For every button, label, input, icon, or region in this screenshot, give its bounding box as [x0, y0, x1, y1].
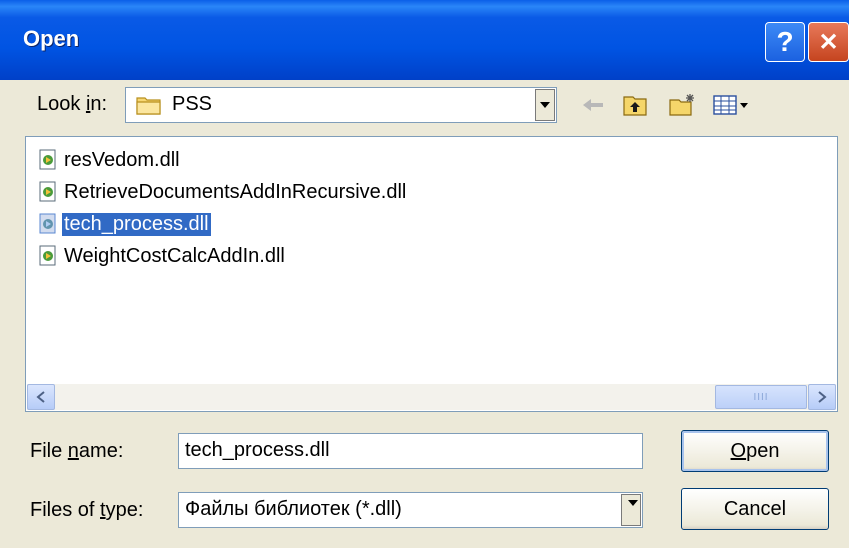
- close-button[interactable]: ✕: [808, 22, 849, 62]
- close-icon: ✕: [818, 28, 839, 56]
- back-arrow-icon[interactable]: [580, 93, 606, 117]
- file-name-label: File name:: [30, 440, 124, 462]
- file-item[interactable]: RetrieveDocumentsAddInRecursive.dll: [38, 179, 408, 205]
- file-item[interactable]: WeightCostCalcAddIn.dll: [38, 243, 287, 269]
- scroll-right-button[interactable]: [808, 384, 836, 410]
- chevron-down-icon: [628, 500, 638, 506]
- dll-file-icon: [39, 245, 56, 266]
- file-type-select[interactable]: Файлы библиотек (*.dll): [178, 492, 643, 528]
- dll-file-icon: [39, 181, 56, 202]
- folder-icon: [136, 97, 161, 115]
- look-in-combobox[interactable]: PSS: [125, 87, 557, 123]
- chevron-left-icon: [36, 391, 45, 403]
- new-folder-icon[interactable]: [668, 93, 698, 117]
- file-item-selected[interactable]: tech_process.dll: [38, 211, 211, 237]
- look-in-dropdown-button[interactable]: [535, 89, 555, 121]
- window-title: Open: [23, 26, 80, 51]
- dll-file-icon: [39, 213, 56, 234]
- file-list[interactable]: resVedom.dll RetrieveDocumentsAddInRecur…: [25, 136, 838, 412]
- chevron-down-icon: [540, 102, 550, 108]
- file-item[interactable]: resVedom.dll: [38, 147, 182, 173]
- file-type-dropdown-button[interactable]: [621, 494, 641, 526]
- help-button[interactable]: ?: [765, 22, 805, 62]
- view-menu-icon[interactable]: [712, 93, 752, 117]
- file-name-input[interactable]: tech_process.dll: [178, 433, 643, 469]
- help-icon: ?: [776, 26, 794, 57]
- grip-icon: IIII: [753, 391, 769, 403]
- scroll-left-button[interactable]: [27, 384, 55, 410]
- title-bar[interactable]: Open ? ✕: [0, 0, 849, 80]
- chevron-right-icon: [818, 391, 827, 403]
- dll-file-icon: [39, 149, 56, 170]
- files-of-type-label: Files of type:: [30, 499, 144, 521]
- open-button[interactable]: Open: [681, 430, 829, 472]
- look-in-value: PSS: [172, 93, 213, 115]
- cancel-button[interactable]: Cancel: [681, 488, 829, 530]
- horizontal-scrollbar[interactable]: IIII: [27, 384, 836, 410]
- look-in-label: Look in:: [37, 93, 108, 115]
- up-one-level-icon[interactable]: [622, 93, 648, 117]
- open-dialog: Open ? ✕ Look in: PSS resVedom.dll Retri…: [0, 0, 849, 548]
- scrollbar-thumb[interactable]: IIII: [715, 385, 807, 409]
